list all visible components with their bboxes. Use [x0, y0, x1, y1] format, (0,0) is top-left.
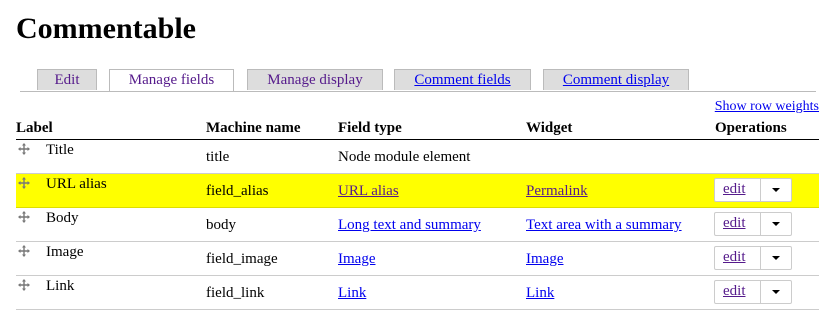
table-row: Title title Node module element [16, 140, 819, 174]
table-row: URL alias field_alias URL alias Permalin… [16, 174, 819, 208]
header-operations: Operations [715, 120, 787, 136]
tab-manage-fields[interactable]: Manage fields [109, 69, 234, 91]
widget-link[interactable]: Link [526, 285, 554, 302]
tab-comment-display[interactable]: Comment display [543, 69, 689, 90]
field-type-link[interactable]: Long text and summary [338, 217, 481, 234]
header-machine-name: Machine name [206, 120, 301, 136]
widget-link[interactable]: Image [526, 251, 563, 268]
row-machine-name: field_alias [206, 183, 269, 199]
field-type-link[interactable]: Image [338, 251, 375, 268]
header-field-type: Field type [338, 120, 402, 136]
chevron-down-icon [772, 256, 780, 260]
row-machine-name: field_link [206, 285, 265, 301]
drag-handle-icon[interactable] [18, 177, 30, 189]
chevron-down-icon [772, 188, 780, 192]
row-label: Body [46, 210, 79, 226]
edit-link[interactable]: edit [723, 283, 746, 300]
row-label: Image [46, 244, 84, 260]
table-header: Label Machine name Field type Widget Ope… [16, 115, 819, 140]
field-type-link[interactable]: URL alias [338, 183, 399, 200]
drag-handle-icon[interactable] [18, 245, 30, 257]
drag-handle-icon[interactable] [18, 279, 30, 291]
table-row: Body body Long text and summary Text are… [16, 208, 819, 242]
drag-handle-icon[interactable] [18, 211, 30, 223]
row-label: URL alias [46, 176, 107, 192]
operations-dropbutton: edit [714, 280, 792, 304]
edit-link[interactable]: edit [723, 249, 746, 266]
row-machine-name: body [206, 217, 236, 233]
fields-table: Label Machine name Field type Widget Ope… [16, 115, 819, 310]
row-machine-name: field_image [206, 251, 278, 267]
dropbutton-toggle[interactable] [761, 213, 791, 235]
tab-manage-display[interactable]: Manage display [247, 69, 383, 90]
field-type-link[interactable]: Link [338, 285, 366, 302]
edit-link[interactable]: edit [723, 181, 746, 198]
drag-handle-icon[interactable] [18, 143, 30, 155]
table-row: Link field_link Link Link edit [16, 276, 819, 310]
operations-dropbutton: edit [714, 178, 792, 202]
edit-link[interactable]: edit [723, 215, 746, 232]
row-label: Link [46, 278, 75, 294]
page-title: Commentable [16, 12, 196, 45]
chevron-down-icon [772, 222, 780, 226]
row-field-type: Node module element [338, 149, 471, 165]
widget-link[interactable]: Text area with a summary [526, 217, 682, 234]
header-widget: Widget [526, 120, 573, 136]
widget-link[interactable]: Permalink [526, 183, 588, 200]
tab-comment-fields[interactable]: Comment fields [394, 69, 531, 90]
header-label: Label [16, 120, 53, 136]
table-row: Image field_image Image Image edit [16, 242, 819, 276]
dropbutton-toggle[interactable] [761, 281, 791, 303]
operations-dropbutton: edit [714, 212, 792, 236]
row-label: Title [46, 142, 74, 158]
tab-bar: Edit Manage fields Manage display Commen… [20, 69, 816, 92]
dropbutton-toggle[interactable] [761, 247, 791, 269]
row-machine-name: title [206, 149, 230, 165]
tab-edit[interactable]: Edit [37, 69, 97, 90]
operations-dropbutton: edit [714, 246, 792, 270]
show-row-weights-link[interactable]: Show row weights [715, 99, 819, 115]
dropbutton-toggle[interactable] [761, 179, 791, 201]
